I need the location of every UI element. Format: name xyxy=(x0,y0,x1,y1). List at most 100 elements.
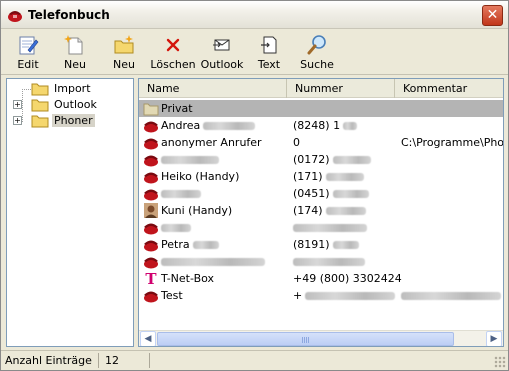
contact-number: (0172) xyxy=(293,153,371,166)
contact-list[interactable]: Name Nummer Kommentar Privat Andrea (824… xyxy=(138,78,504,347)
phone-icon xyxy=(144,240,158,252)
folder-icon xyxy=(31,115,49,128)
new-contact-label: Neu xyxy=(64,58,86,71)
outlook-icon xyxy=(213,39,230,51)
phone-icon xyxy=(144,223,158,235)
scroll-right-button[interactable]: ▶ xyxy=(486,331,502,346)
column-header-name[interactable]: Name xyxy=(139,79,287,98)
window-title: Telefonbuch xyxy=(28,8,110,22)
search-icon xyxy=(307,35,326,55)
list-rows: Privat Andrea (8248) 1 anonymer Anrufer … xyxy=(139,99,503,327)
list-row[interactable]: Test + xyxy=(139,287,503,304)
folder-icon xyxy=(31,99,49,112)
close-button[interactable]: ✕ xyxy=(482,5,503,26)
tree-item-label: Import xyxy=(54,82,91,95)
phone-icon xyxy=(144,121,158,133)
expand-toggle[interactable]: + xyxy=(13,116,22,125)
phone-icon xyxy=(144,138,158,150)
tree-connector xyxy=(22,89,23,122)
contact-number: +49 (800) 3302424 xyxy=(293,272,402,285)
contact-number: (8191) xyxy=(293,238,359,251)
text-export-button[interactable]: Text xyxy=(248,32,290,74)
status-separator xyxy=(149,353,150,368)
contact-name: anonymer Anrufer xyxy=(161,136,262,149)
new-folder-label: Neu xyxy=(113,58,135,71)
phone-icon xyxy=(144,257,158,269)
expand-toggle[interactable]: + xyxy=(13,100,22,109)
title-bar[interactable]: Telefonbuch ✕ xyxy=(1,1,508,29)
edit-button[interactable]: Edit xyxy=(7,32,49,74)
status-label: Anzahl Einträge xyxy=(5,354,92,367)
folder-icon xyxy=(31,83,49,96)
contact-number xyxy=(293,255,365,268)
folder-tree[interactable]: Import + Outlook + Phoner xyxy=(6,78,134,347)
status-separator xyxy=(98,353,99,368)
scrollbar-thumb[interactable] xyxy=(157,332,454,346)
contact-number: (0451) xyxy=(293,187,369,200)
list-row[interactable]: anonymer Anrufer 0 C:\Programme\Phone xyxy=(139,134,503,151)
contact-name: Kuni (Handy) xyxy=(161,204,233,217)
edit-label: Edit xyxy=(17,58,39,71)
list-row[interactable]: (0172) xyxy=(139,151,503,168)
contact-comment xyxy=(401,289,501,302)
delete-label: Löschen xyxy=(150,58,196,71)
contact-name: Test xyxy=(161,289,183,302)
delete-icon xyxy=(166,38,180,52)
contact-comment: C:\Programme\Phone xyxy=(401,136,504,149)
telephone-app-icon xyxy=(8,11,22,22)
contact-number: (8248) 1 xyxy=(293,119,358,132)
list-row[interactable]: Andrea (8248) 1 xyxy=(139,117,503,134)
list-header: Name Nummer Kommentar xyxy=(139,79,503,98)
contact-name xyxy=(161,153,219,166)
contact-name: Petra xyxy=(161,238,219,251)
outlook-label: Outlook xyxy=(200,58,244,71)
telefonbuch-window: Telefonbuch ✕ Edit Neu Neu Löschen Outlo… xyxy=(0,0,509,371)
contact-name xyxy=(161,221,191,234)
column-header-comment[interactable]: Kommentar xyxy=(395,79,503,98)
edit-icon xyxy=(19,36,39,55)
phone-icon xyxy=(144,155,158,167)
list-row-t-net-box[interactable]: T T-Net-Box +49 (800) 3302424 xyxy=(139,270,503,287)
toolbar: Edit Neu Neu Löschen Outlook Text Suche xyxy=(1,30,508,75)
new-contact-button[interactable]: Neu xyxy=(54,32,96,74)
list-row-privat[interactable]: Privat xyxy=(139,100,503,117)
outlook-button[interactable]: Outlook xyxy=(199,32,245,74)
column-header-number[interactable]: Nummer xyxy=(287,79,395,98)
search-button[interactable]: Suche xyxy=(296,32,338,74)
contact-name: Heiko (Handy) xyxy=(161,170,240,183)
list-row[interactable]: Petra (8191) xyxy=(139,236,503,253)
person-photo-icon xyxy=(144,203,158,218)
list-row[interactable]: Heiko (Handy) (171) xyxy=(139,168,503,185)
new-folder-button[interactable]: Neu xyxy=(103,32,145,74)
list-row[interactable]: Kuni (Handy) (174) xyxy=(139,202,503,219)
scroll-left-button[interactable]: ◀ xyxy=(140,331,156,346)
search-label: Suche xyxy=(300,58,334,71)
text-export-label: Text xyxy=(257,58,281,71)
grip-icon xyxy=(301,337,310,343)
contact-name xyxy=(161,255,265,268)
list-row[interactable] xyxy=(139,219,503,236)
contact-name: Andrea xyxy=(161,119,256,132)
contact-name xyxy=(161,187,201,200)
new-folder-icon xyxy=(114,35,134,54)
resize-grip-icon[interactable] xyxy=(494,356,506,368)
delete-button[interactable]: Löschen xyxy=(150,32,196,74)
contact-number: 0 xyxy=(293,136,300,149)
horizontal-scrollbar[interactable]: ◀ ▶ xyxy=(139,330,503,346)
phone-icon xyxy=(144,172,158,184)
text-export-icon xyxy=(261,36,277,54)
contact-number: (174) xyxy=(293,204,366,217)
tree-item-label: Phoner xyxy=(52,114,95,127)
new-contact-icon xyxy=(64,35,83,55)
folder-icon xyxy=(143,103,159,116)
contact-number xyxy=(293,221,367,234)
contact-number: (171) xyxy=(293,170,364,183)
status-count: 12 xyxy=(105,354,119,367)
list-row[interactable] xyxy=(139,253,503,270)
t-logo-icon: T xyxy=(145,271,157,286)
tree-item-label: Outlook xyxy=(54,98,97,111)
contact-name: Privat xyxy=(161,102,193,115)
phone-icon xyxy=(144,189,158,201)
list-row[interactable]: (0451) xyxy=(139,185,503,202)
phone-icon xyxy=(144,291,158,303)
